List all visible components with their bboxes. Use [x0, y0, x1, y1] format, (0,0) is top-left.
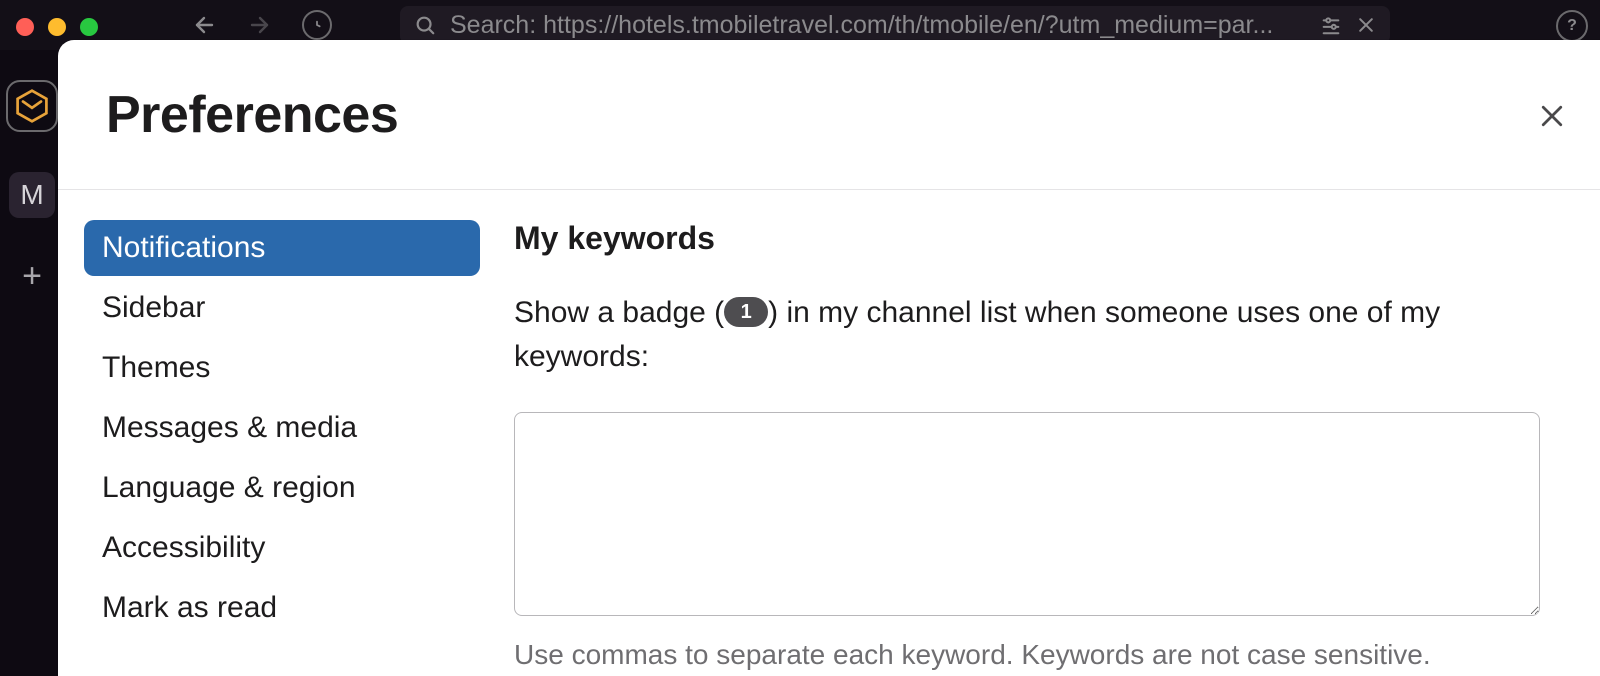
- window-traffic-lights: [16, 18, 98, 36]
- sidebar-item-notifications[interactable]: Notifications: [84, 220, 480, 276]
- sidebar-item-themes[interactable]: Themes: [84, 340, 480, 396]
- desc-part-1: Show a badge (: [514, 296, 724, 329]
- minimize-window-button[interactable]: [48, 18, 66, 36]
- keywords-hint: Use commas to separate each keyword. Key…: [514, 639, 1540, 671]
- sidebar-item-label: Sidebar: [102, 291, 205, 325]
- preferences-modal: Preferences Notifications Sidebar Themes…: [58, 40, 1600, 676]
- sidebar-item-label: Notifications: [102, 231, 265, 265]
- search-bar[interactable]: Search: https://hotels.tmobiletravel.com…: [400, 6, 1390, 44]
- sidebar-item-messages-media[interactable]: Messages & media: [84, 400, 480, 456]
- close-window-button[interactable]: [16, 18, 34, 36]
- preferences-content: My keywords Show a badge (1) in my chann…: [506, 190, 1600, 676]
- my-keywords-description: Show a badge (1) in my channel list when…: [514, 291, 1540, 378]
- fullscreen-window-button[interactable]: [80, 18, 98, 36]
- help-button[interactable]: ?: [1556, 10, 1588, 42]
- keywords-input[interactable]: [514, 412, 1540, 616]
- preferences-sidebar: Notifications Sidebar Themes Messages & …: [58, 190, 506, 676]
- add-workspace-button[interactable]: +: [14, 258, 50, 294]
- back-button[interactable]: [190, 11, 218, 39]
- sidebar-item-label: Language & region: [102, 471, 356, 505]
- search-text: Search: https://hotels.tmobiletravel.com…: [450, 11, 1306, 40]
- sidebar-item-mark-as-read[interactable]: Mark as read: [84, 580, 480, 636]
- history-button[interactable]: [302, 10, 332, 40]
- forward-button[interactable]: [246, 11, 274, 39]
- preferences-title: Preferences: [106, 85, 398, 145]
- hex-logo-icon: [14, 88, 50, 124]
- sidebar-item-language-region[interactable]: Language & region: [84, 460, 480, 516]
- filter-icon[interactable]: [1320, 14, 1342, 36]
- my-keywords-heading: My keywords: [514, 220, 1540, 257]
- workspace-icon[interactable]: [6, 80, 58, 132]
- close-icon: [1537, 101, 1567, 131]
- clear-search-icon[interactable]: [1356, 15, 1376, 35]
- sidebar-item-label: Messages & media: [102, 411, 357, 445]
- close-preferences-button[interactable]: [1534, 98, 1570, 134]
- sidebar-item-label: Themes: [102, 351, 210, 385]
- badge-example: 1: [724, 297, 768, 327]
- workspace-rail: M +: [4, 80, 60, 294]
- search-icon: [414, 14, 436, 36]
- workspace-letter-tile[interactable]: M: [9, 172, 55, 218]
- sidebar-item-sidebar[interactable]: Sidebar: [84, 280, 480, 336]
- sidebar-item-label: Accessibility: [102, 531, 265, 565]
- sidebar-item-accessibility[interactable]: Accessibility: [84, 520, 480, 576]
- preferences-header: Preferences: [58, 40, 1600, 190]
- sidebar-item-label: Mark as read: [102, 591, 277, 625]
